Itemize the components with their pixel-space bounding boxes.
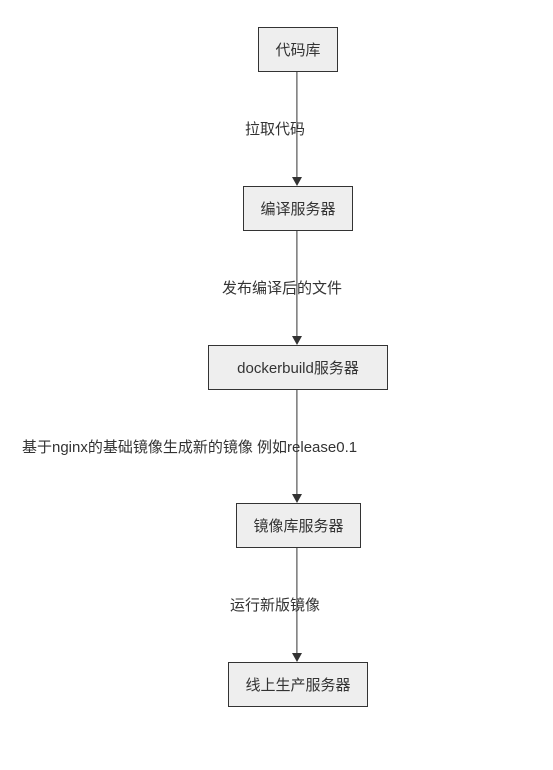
arrow-head-3 [292, 494, 302, 503]
node-code-repo: 代码库 [258, 27, 338, 72]
node-image-repo-server: 镜像库服务器 [236, 503, 361, 548]
node-label: 线上生产服务器 [245, 674, 350, 695]
arrow-head-1 [292, 177, 302, 186]
node-label: dockerbuild服务器 [237, 357, 359, 378]
edge-text: 拉取代码 [245, 121, 305, 138]
node-production-server: 线上生产服务器 [228, 662, 368, 707]
edge-label-pull-code: 拉取代码 [245, 118, 305, 139]
edge-text: 基于nginx的基础镜像生成新的镜像 例如release0.1 [22, 439, 357, 456]
node-dockerbuild-server: dockerbuild服务器 [208, 345, 388, 390]
node-compile-server: 编译服务器 [243, 186, 353, 231]
edge-text: 运行新版镜像 [230, 597, 320, 614]
edge-label-build-image: 基于nginx的基础镜像生成新的镜像 例如release0.1 [22, 436, 357, 457]
edge-text: 发布编译后的文件 [222, 280, 342, 297]
edge-label-publish-compiled: 发布编译后的文件 [222, 277, 342, 298]
arrow-head-4 [292, 653, 302, 662]
flowchart-container: 代码库 拉取代码 编译服务器 发布编译后的文件 dockerbuild服务器 基… [0, 0, 553, 770]
node-label: 镜像库服务器 [253, 515, 343, 536]
node-label: 编译服务器 [260, 198, 335, 219]
node-label: 代码库 [275, 39, 320, 60]
edge-label-run-new-image: 运行新版镜像 [230, 594, 320, 615]
arrow-head-2 [292, 336, 302, 345]
